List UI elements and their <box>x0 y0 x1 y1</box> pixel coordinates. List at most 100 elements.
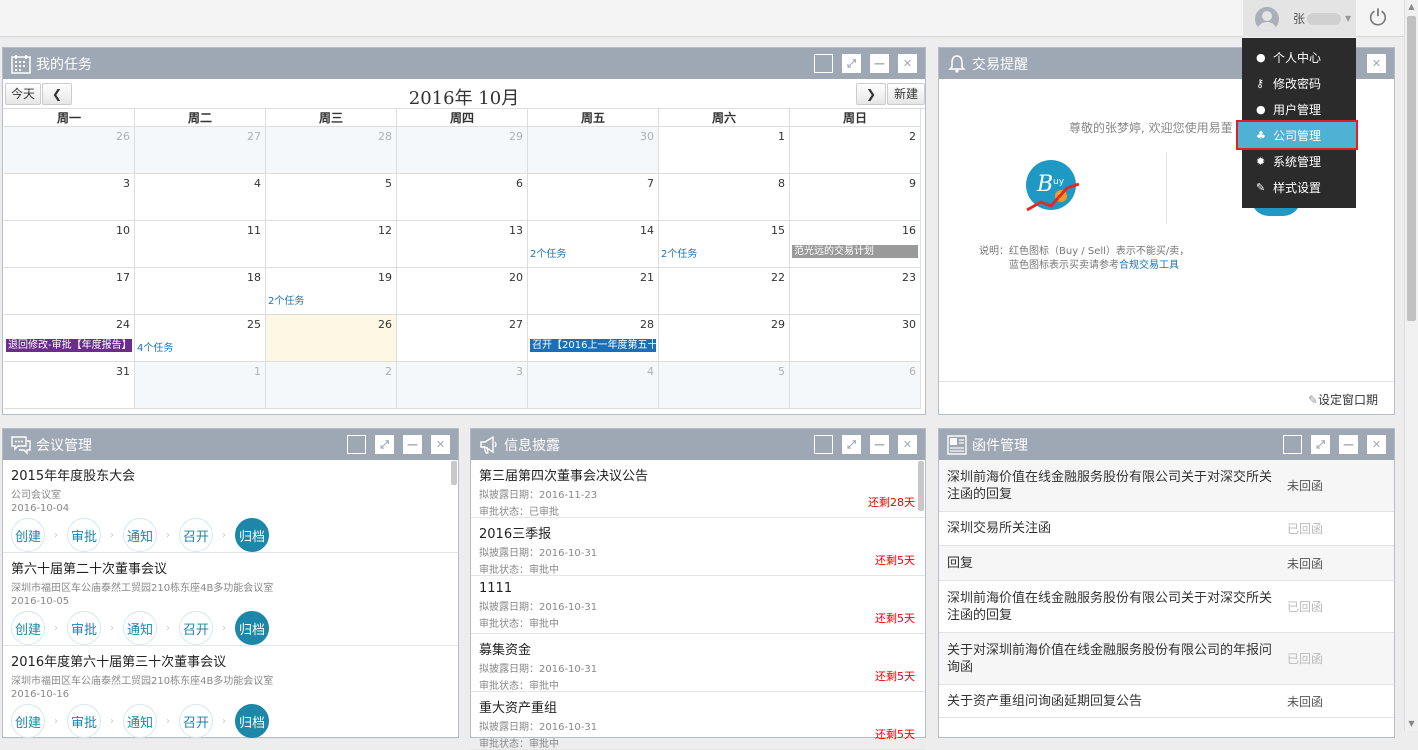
calendar-day-cell[interactable]: 4 <box>135 174 266 221</box>
calendar-day-cell[interactable]: 5 <box>266 174 397 221</box>
minimize-icon[interactable]: — <box>1339 435 1358 454</box>
calendar-day-cell[interactable]: 28 <box>266 127 397 174</box>
calendar-event[interactable]: 范光远的交易计划 <box>792 245 918 258</box>
step-button[interactable]: 通知 <box>123 518 157 552</box>
step-button[interactable]: 创建 <box>11 518 45 552</box>
calendar-day-cell[interactable]: 3 <box>4 174 135 221</box>
calendar-day-cell[interactable]: 30 <box>528 127 659 174</box>
calendar-day-cell[interactable]: 17 <box>4 268 135 315</box>
calendar-day-cell[interactable]: 12 <box>266 221 397 268</box>
meeting-item[interactable]: 第六十届第二十次董事会议 深圳市福田区车公庙泰然工贸园210栋东座4B多功能会议室… <box>3 553 458 646</box>
expand-icon[interactable]: ⤢ <box>842 54 861 73</box>
next-month-button[interactable]: ❯ <box>856 83 886 105</box>
minimize-icon[interactable]: — <box>870 54 889 73</box>
dropdown-item-0[interactable]: ● 个人中心 <box>1242 44 1356 70</box>
step-button[interactable]: 召开 <box>179 611 213 645</box>
calendar-day-cell[interactable]: 8 <box>659 174 790 221</box>
step-button[interactable]: 归档 <box>235 611 269 645</box>
power-icon[interactable]: ⏻ <box>1364 5 1392 33</box>
calendar-day-cell[interactable]: 15 2个任务 <box>659 221 790 268</box>
step-button[interactable]: 审批 <box>67 518 101 552</box>
disclosure-item[interactable]: 2016三季报 拟披露日期：2016-10-31 审批状态：审批中 还剩5天 <box>471 518 925 576</box>
calendar-day-cell[interactable]: 28 召开【2016上一年度第五十六 <box>528 315 659 362</box>
calendar-day-cell[interactable]: 1 <box>659 127 790 174</box>
calendar-day-cell[interactable]: 26 <box>266 315 397 362</box>
calendar-day-cell[interactable]: 6 <box>790 362 921 409</box>
letter-row[interactable]: 深圳前海价值在线金融服务股份有限公司关于对深交所关注函的回复 未回函 <box>939 460 1394 512</box>
calendar-day-cell[interactable]: 13 <box>397 221 528 268</box>
calendar-day-cell[interactable]: 5 <box>659 362 790 409</box>
disclosure-item[interactable]: 第三届第四次董事会决议公告 拟披露日期：2016-11-23 审批状态：已审批 还剩2… <box>471 460 925 518</box>
checkbox-icon[interactable] <box>814 435 833 454</box>
meetings-scrollbar[interactable] <box>451 461 457 485</box>
minimize-icon[interactable]: — <box>403 435 422 454</box>
close-icon[interactable]: ✕ <box>898 54 917 73</box>
compliance-tool-link[interactable]: 合规交易工具 <box>1119 260 1179 271</box>
buy-icon[interactable]: B uy ? <box>1023 158 1083 218</box>
calendar-day-cell[interactable]: 29 <box>659 315 790 362</box>
step-button[interactable]: 归档 <box>235 518 269 552</box>
letter-row[interactable]: 深圳前海价值在线金融服务股份有限公司关于对深交所关注函的回复 已回函 <box>939 581 1394 633</box>
letter-row[interactable]: 关于对深圳前海价值在线金融服务股份有限公司的年报问询函 已回函 <box>939 633 1394 685</box>
disclosure-item[interactable]: 重大资产重组 拟披露日期：2016-10-31 审批状态：审批中 还剩5天 <box>471 692 925 750</box>
checkbox-icon[interactable] <box>1283 435 1302 454</box>
meeting-item[interactable]: 2015年年度股东大会 公司会议室 2016-10-04 创建 › 审批 › 通知 › 召开 › 归档 <box>3 460 458 553</box>
task-count-link[interactable]: 2个任务 <box>268 292 304 307</box>
calendar-day-cell[interactable]: 29 <box>397 127 528 174</box>
meeting-item[interactable]: 2016年度第六十届第三十次董事会议 深圳市福田区车公庙泰然工贸园210栋东座4B… <box>3 646 458 739</box>
calendar-day-cell[interactable]: 20 <box>397 268 528 315</box>
step-button[interactable]: 通知 <box>123 704 157 738</box>
close-icon[interactable]: ✕ <box>431 435 450 454</box>
step-button[interactable]: 归档 <box>235 704 269 738</box>
calendar-day-cell[interactable]: 23 <box>790 268 921 315</box>
calendar-day-cell[interactable]: 18 <box>135 268 266 315</box>
calendar-day-cell[interactable]: 30 <box>790 315 921 362</box>
calendar-day-cell[interactable]: 11 <box>135 221 266 268</box>
calendar-day-cell[interactable]: 2 <box>790 127 921 174</box>
step-button[interactable]: 通知 <box>123 611 157 645</box>
scrollbar-thumb[interactable] <box>1407 16 1416 321</box>
calendar-event[interactable]: 退回修改-审批【年度报告】 <box>6 339 132 352</box>
scroll-up-icon[interactable]: ▲ <box>1405 0 1418 14</box>
letter-row[interactable]: 回复 未回函 <box>939 546 1394 581</box>
scroll-down-icon[interactable]: ▼ <box>1405 717 1418 731</box>
step-button[interactable]: 审批 <box>67 704 101 738</box>
calendar-day-cell[interactable]: 1 <box>135 362 266 409</box>
calendar-day-cell[interactable]: 16 范光远的交易计划 <box>790 221 921 268</box>
calendar-day-cell[interactable]: 25 4个任务 <box>135 315 266 362</box>
letter-row[interactable]: 关于资产重组问询函延期回复公告 未回函 <box>939 685 1394 718</box>
disclosure-scrollbar[interactable] <box>918 461 924 511</box>
task-count-link[interactable]: 2个任务 <box>661 245 697 260</box>
set-window-button[interactable]: ✎设定窗口期 <box>1308 391 1378 408</box>
calendar-day-cell[interactable]: 3 <box>397 362 528 409</box>
calendar-day-cell[interactable]: 10 <box>4 221 135 268</box>
disclosure-item[interactable]: 1111 拟披露日期：2016-10-31 审批状态：审批中 还剩5天 <box>471 576 925 634</box>
page-scrollbar[interactable]: ▲ ▼ <box>1404 0 1418 731</box>
letter-row[interactable]: 深圳交易所关注函 已回函 <box>939 512 1394 546</box>
dropdown-item-5[interactable]: ✎ 样式设置 <box>1242 174 1356 200</box>
step-button[interactable]: 召开 <box>179 704 213 738</box>
calendar-day-cell[interactable]: 21 <box>528 268 659 315</box>
step-button[interactable]: 审批 <box>67 611 101 645</box>
expand-icon[interactable]: ⤢ <box>375 435 394 454</box>
step-button[interactable]: 创建 <box>11 704 45 738</box>
calendar-event[interactable]: 召开【2016上一年度第五十六 <box>530 339 656 352</box>
calendar-day-cell[interactable]: 31 <box>4 362 135 409</box>
calendar-day-cell[interactable]: 4 <box>528 362 659 409</box>
new-task-button[interactable]: 新建 <box>887 83 925 105</box>
expand-icon[interactable]: ⤢ <box>842 435 861 454</box>
calendar-day-cell[interactable]: 2 <box>266 362 397 409</box>
calendar-day-cell[interactable]: 19 2个任务 <box>266 268 397 315</box>
calendar-day-cell[interactable]: 7 <box>528 174 659 221</box>
close-icon[interactable]: ✕ <box>898 435 917 454</box>
dropdown-item-1[interactable]: ⚷ 修改密码 <box>1242 70 1356 96</box>
calendar-day-cell[interactable]: 26 <box>4 127 135 174</box>
minimize-icon[interactable]: — <box>870 435 889 454</box>
disclosure-item[interactable]: 募集资金 拟披露日期：2016-10-31 审批状态：审批中 还剩5天 <box>471 634 925 692</box>
checkbox-icon[interactable] <box>347 435 366 454</box>
calendar-day-cell[interactable]: 6 <box>397 174 528 221</box>
dropdown-item-3[interactable]: ♣ 公司管理 <box>1236 120 1358 150</box>
close-icon[interactable]: ✕ <box>1367 435 1386 454</box>
calendar-day-cell[interactable]: 27 <box>397 315 528 362</box>
calendar-day-cell[interactable]: 27 <box>135 127 266 174</box>
